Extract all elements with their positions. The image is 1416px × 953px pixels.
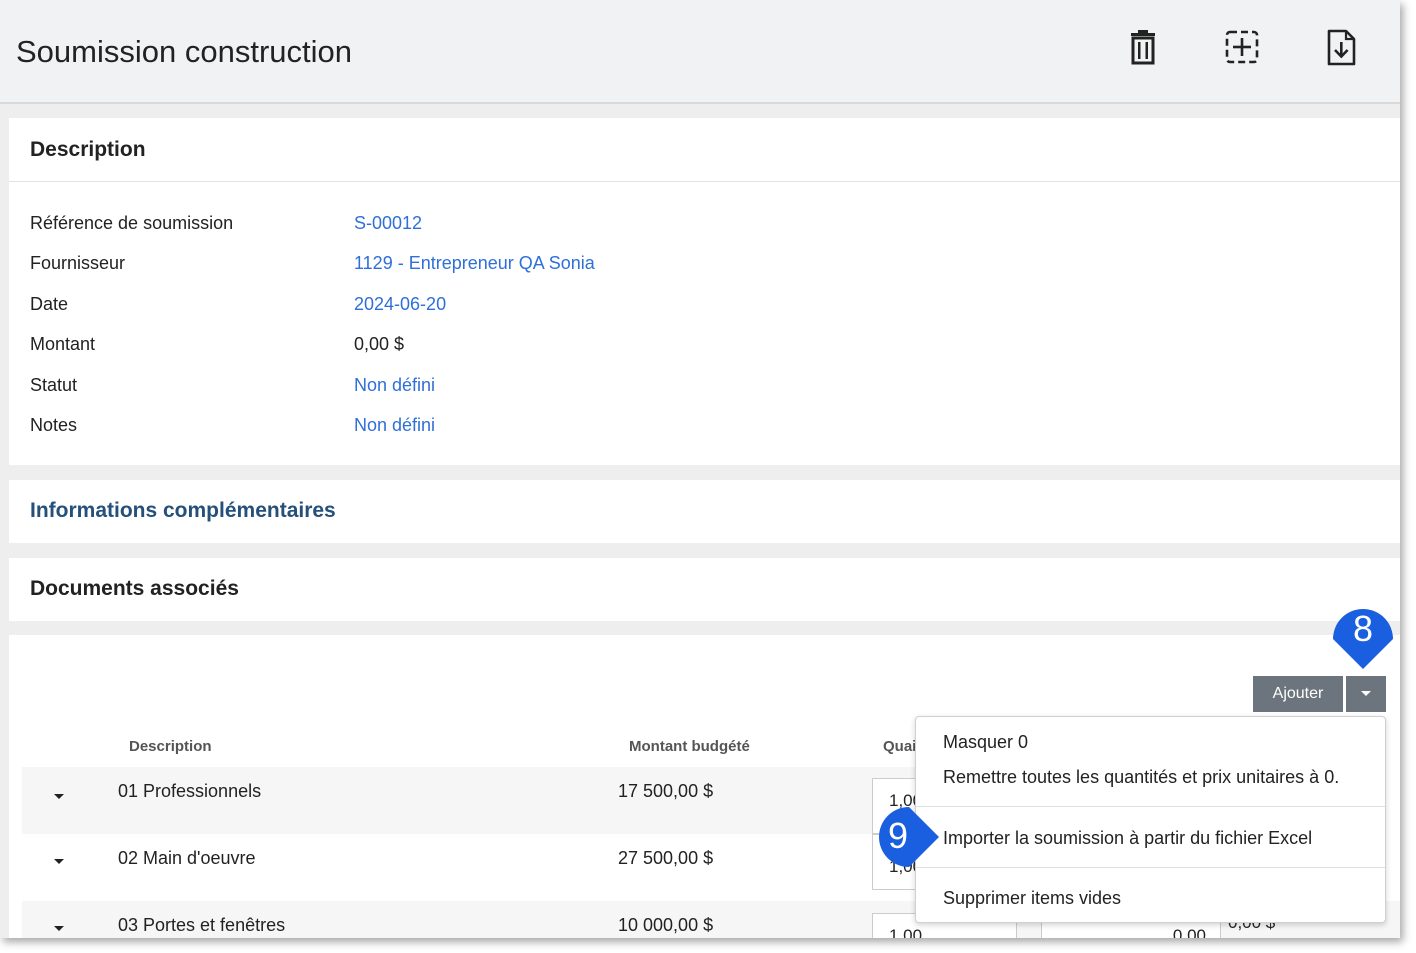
callout-badge-8: 8	[1327, 598, 1399, 670]
amount-label: Montant	[30, 334, 96, 354]
reference-value[interactable]: S-00012	[354, 213, 422, 234]
expand-caret-icon[interactable]	[52, 789, 66, 803]
date-value[interactable]: 2024-06-20	[354, 294, 446, 315]
trash-icon[interactable]	[1123, 27, 1163, 67]
caret-down-icon	[1361, 691, 1371, 696]
amount-value: 0,00 $	[354, 334, 405, 354]
expand-caret-icon[interactable]	[52, 854, 66, 868]
add-button[interactable]: Ajouter	[1253, 676, 1343, 712]
row-budget: 10 000,00 $	[618, 915, 714, 935]
column-header-budget: Montant budgété	[629, 738, 750, 755]
row-description: 02 Main d'oeuvre	[118, 848, 256, 868]
add-options-dropdown-button[interactable]	[1346, 676, 1386, 712]
app-window: Soumission construction Description Réfé…	[0, 0, 1400, 938]
page-header: Soumission construction	[0, 0, 1400, 104]
callout-number: 9	[887, 815, 909, 856]
reference-label: Référence de soumission	[30, 213, 234, 233]
description-card: Description Référence de soumission S-00…	[9, 118, 1400, 465]
add-options-menu: Masquer 0 Remettre toutes les quantités …	[915, 716, 1386, 923]
divider	[9, 181, 1400, 182]
add-box-icon[interactable]	[1222, 27, 1262, 67]
associated-documents-title: Documents associés	[30, 577, 239, 600]
callout-number: 8	[1352, 608, 1374, 649]
menu-item-delete-empty[interactable]: Supprimer items vides	[943, 888, 1121, 909]
supplier-label: Fournisseur	[30, 253, 126, 273]
supplier-value[interactable]: 1129 - Entrepreneur QA Sonia	[354, 253, 595, 274]
row-description: 01 Professionnels	[118, 781, 262, 801]
associated-documents-card: Documents associés	[9, 558, 1400, 621]
status-value[interactable]: Non défini	[354, 375, 435, 396]
description-title: Description	[30, 138, 146, 161]
additional-info-card[interactable]: Informations complémentaires	[9, 480, 1400, 543]
download-file-icon[interactable]	[1321, 27, 1361, 67]
menu-item-import-excel[interactable]: Importer la soumission à partir du fichi…	[943, 828, 1312, 849]
menu-divider	[916, 806, 1385, 807]
menu-divider	[916, 867, 1385, 868]
row-description: 03 Portes et fenêtres	[118, 915, 286, 935]
row-budget: 17 500,00 $	[618, 781, 714, 801]
column-header-description: Description	[129, 738, 212, 755]
page-title: Soumission construction	[16, 34, 352, 69]
menu-item-reset-quantities[interactable]: Remettre toutes les quantités et prix un…	[943, 767, 1339, 788]
notes-label: Notes	[30, 415, 78, 435]
menu-item-hide-zero[interactable]: Masquer 0	[943, 732, 1028, 753]
additional-info-title[interactable]: Informations complémentaires	[30, 499, 336, 523]
expand-caret-icon[interactable]	[52, 921, 66, 935]
row-budget: 27 500,00 $	[618, 848, 714, 868]
notes-value[interactable]: Non défini	[354, 415, 435, 436]
date-label: Date	[30, 294, 69, 314]
callout-badge-9: 9	[868, 803, 940, 871]
column-header-quantity: Quai	[883, 738, 917, 755]
status-label: Statut	[30, 375, 78, 395]
